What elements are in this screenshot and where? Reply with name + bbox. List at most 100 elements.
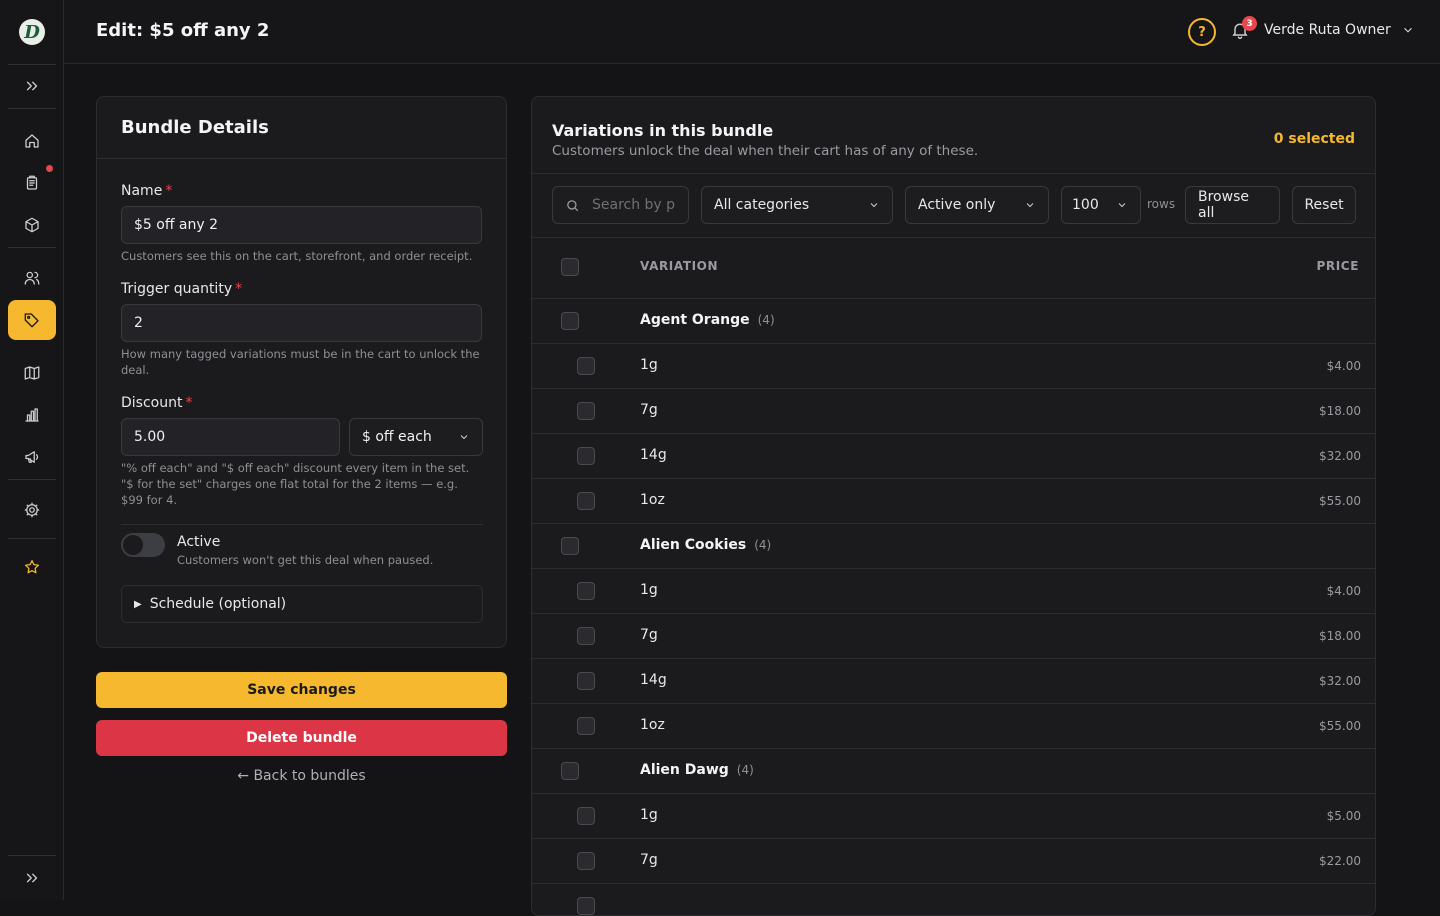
variation-name: 1g [640, 357, 658, 373]
section-divider [121, 524, 483, 525]
trigger-quantity-input[interactable]: 2 [121, 304, 482, 342]
chevron-down-icon [460, 435, 468, 440]
variation-checkbox[interactable] [577, 492, 595, 510]
discount-help-text: "% off each" and "$ off each" discount e… [121, 461, 470, 507]
sidebar-item-products[interactable] [8, 205, 56, 245]
variation-name: 7g [640, 627, 658, 643]
discount-type-value: $ off each [362, 429, 432, 445]
variation-price: $32.00 [1319, 674, 1361, 688]
required-mark: * [235, 281, 243, 297]
status-select[interactable]: Active only [905, 186, 1049, 224]
discount-type-select[interactable]: $ off each [349, 418, 483, 456]
group-checkbox[interactable] [561, 762, 579, 780]
variation-checkbox[interactable] [577, 672, 595, 690]
product-group-row[interactable]: Alien Cookies (4) [532, 523, 1375, 568]
reset-button[interactable]: Reset [1292, 186, 1356, 224]
sidebar-item-marketing[interactable] [8, 437, 56, 477]
product-group-row[interactable]: Agent Orange (4) [532, 298, 1375, 343]
column-header-price: PRICE [1316, 259, 1359, 273]
column-header-variation: VARIATION [640, 259, 719, 273]
home-icon [25, 134, 39, 148]
sidebar-item-favorites[interactable] [8, 547, 56, 587]
sidebar-expand-button[interactable] [8, 66, 56, 106]
trigger-quantity-help-text: How many tagged variations must be in th… [121, 347, 480, 377]
required-mark: * [185, 395, 193, 411]
variation-row[interactable]: 1g $4.00 [532, 343, 1375, 388]
divider [532, 173, 1375, 174]
variation-checkbox[interactable] [577, 357, 595, 375]
schedule-disclosure[interactable]: ▶ Schedule (optional) [121, 585, 483, 623]
variation-checkbox[interactable] [577, 582, 595, 600]
sidebar-item-customers[interactable] [8, 258, 56, 298]
group-checkbox[interactable] [561, 537, 579, 555]
category-select[interactable]: All categories [701, 186, 893, 224]
variation-row[interactable]: 1oz $55.00 [532, 703, 1375, 748]
variation-checkbox[interactable] [577, 627, 595, 645]
variation-row[interactable]: 1oz $55.00 [532, 478, 1375, 523]
search-input[interactable]: Search by p [552, 186, 689, 224]
variation-row[interactable]: 1g $4.00 [532, 568, 1375, 613]
sidebar-item-reports[interactable] [8, 395, 56, 435]
select-all-checkbox[interactable] [561, 258, 579, 276]
name-label-text: Name [121, 183, 163, 199]
variation-row[interactable]: 7g $18.00 [532, 388, 1375, 433]
notifications-button[interactable]: 3 [1230, 16, 1257, 44]
active-toggle[interactable] [121, 533, 165, 557]
box-icon [25, 217, 39, 233]
variation-checkbox[interactable] [577, 402, 595, 420]
variation-name: 7g [640, 402, 658, 418]
active-help-text: Customers won't get this deal when pause… [177, 553, 434, 567]
variation-row[interactable]: 14g $32.00 [532, 658, 1375, 703]
save-changes-button[interactable]: Save changes [96, 672, 507, 708]
variation-price: $32.00 [1319, 449, 1361, 463]
app-logo[interactable]: D [0, 0, 64, 64]
product-group-row[interactable]: Alien Dawg (4) [532, 748, 1375, 793]
chevron-down-icon [1118, 203, 1126, 208]
product-group-label: Alien Cookies (4) [640, 537, 771, 553]
user-menu[interactable]: Verde Ruta Owner [1264, 22, 1415, 38]
variations-title: Variations in this bundle [552, 121, 774, 140]
variation-row[interactable]: 7g $22.00 [532, 838, 1375, 883]
variation-row[interactable]: 14g $32.00 [532, 433, 1375, 478]
variation-row[interactable]: 1g $5.00 [532, 793, 1375, 838]
sidebar-item-menu[interactable] [8, 353, 56, 393]
group-checkbox[interactable] [561, 312, 579, 330]
user-name: Verde Ruta Owner [1264, 22, 1391, 38]
sidebar-item-home[interactable] [8, 121, 56, 161]
sidebar-item-bundles[interactable] [8, 300, 56, 340]
help-button[interactable]: ? [1188, 18, 1216, 46]
sidebar: D [0, 0, 64, 900]
browse-all-button[interactable]: Browse all [1185, 186, 1280, 224]
sidebar-item-settings[interactable] [8, 490, 56, 530]
chart-icon [25, 408, 39, 422]
megaphone-icon [25, 451, 39, 463]
map-icon [24, 366, 40, 380]
bundle-details-heading: Bundle Details [97, 97, 506, 159]
variation-checkbox[interactable] [577, 807, 595, 825]
chevron-down-icon [870, 203, 878, 208]
sidebar-divider [8, 855, 56, 856]
variation-price: $5.00 [1326, 809, 1361, 823]
rows-per-page-select[interactable]: 100 [1061, 186, 1141, 224]
rows-value: 100 [1072, 197, 1099, 213]
delete-bundle-button[interactable]: Delete bundle [96, 720, 507, 756]
name-label: Name * [121, 183, 172, 199]
sidebar-divider [8, 64, 56, 65]
variation-checkbox[interactable] [577, 852, 595, 870]
back-to-bundles-link[interactable]: ← Back to bundles [96, 768, 507, 784]
variation-row[interactable]: 7g $18.00 [532, 613, 1375, 658]
star-icon [24, 559, 40, 574]
variation-checkbox[interactable] [577, 447, 595, 465]
discount-label-text: Discount [121, 395, 183, 411]
chevron-down-icon [1026, 203, 1034, 208]
name-input[interactable]: $5 off any 2 [121, 206, 482, 244]
variation-name: 1oz [640, 492, 665, 508]
sidebar-collapse-button[interactable] [8, 858, 56, 898]
variation-checkbox[interactable] [577, 717, 595, 735]
selected-count: 0 selected [1273, 131, 1355, 147]
category-value: All categories [714, 197, 810, 213]
variation-name: 7g [640, 852, 658, 868]
discount-amount-input[interactable]: 5.00 [121, 418, 340, 456]
required-mark: * [165, 183, 173, 199]
discount-label: Discount * [121, 395, 192, 411]
